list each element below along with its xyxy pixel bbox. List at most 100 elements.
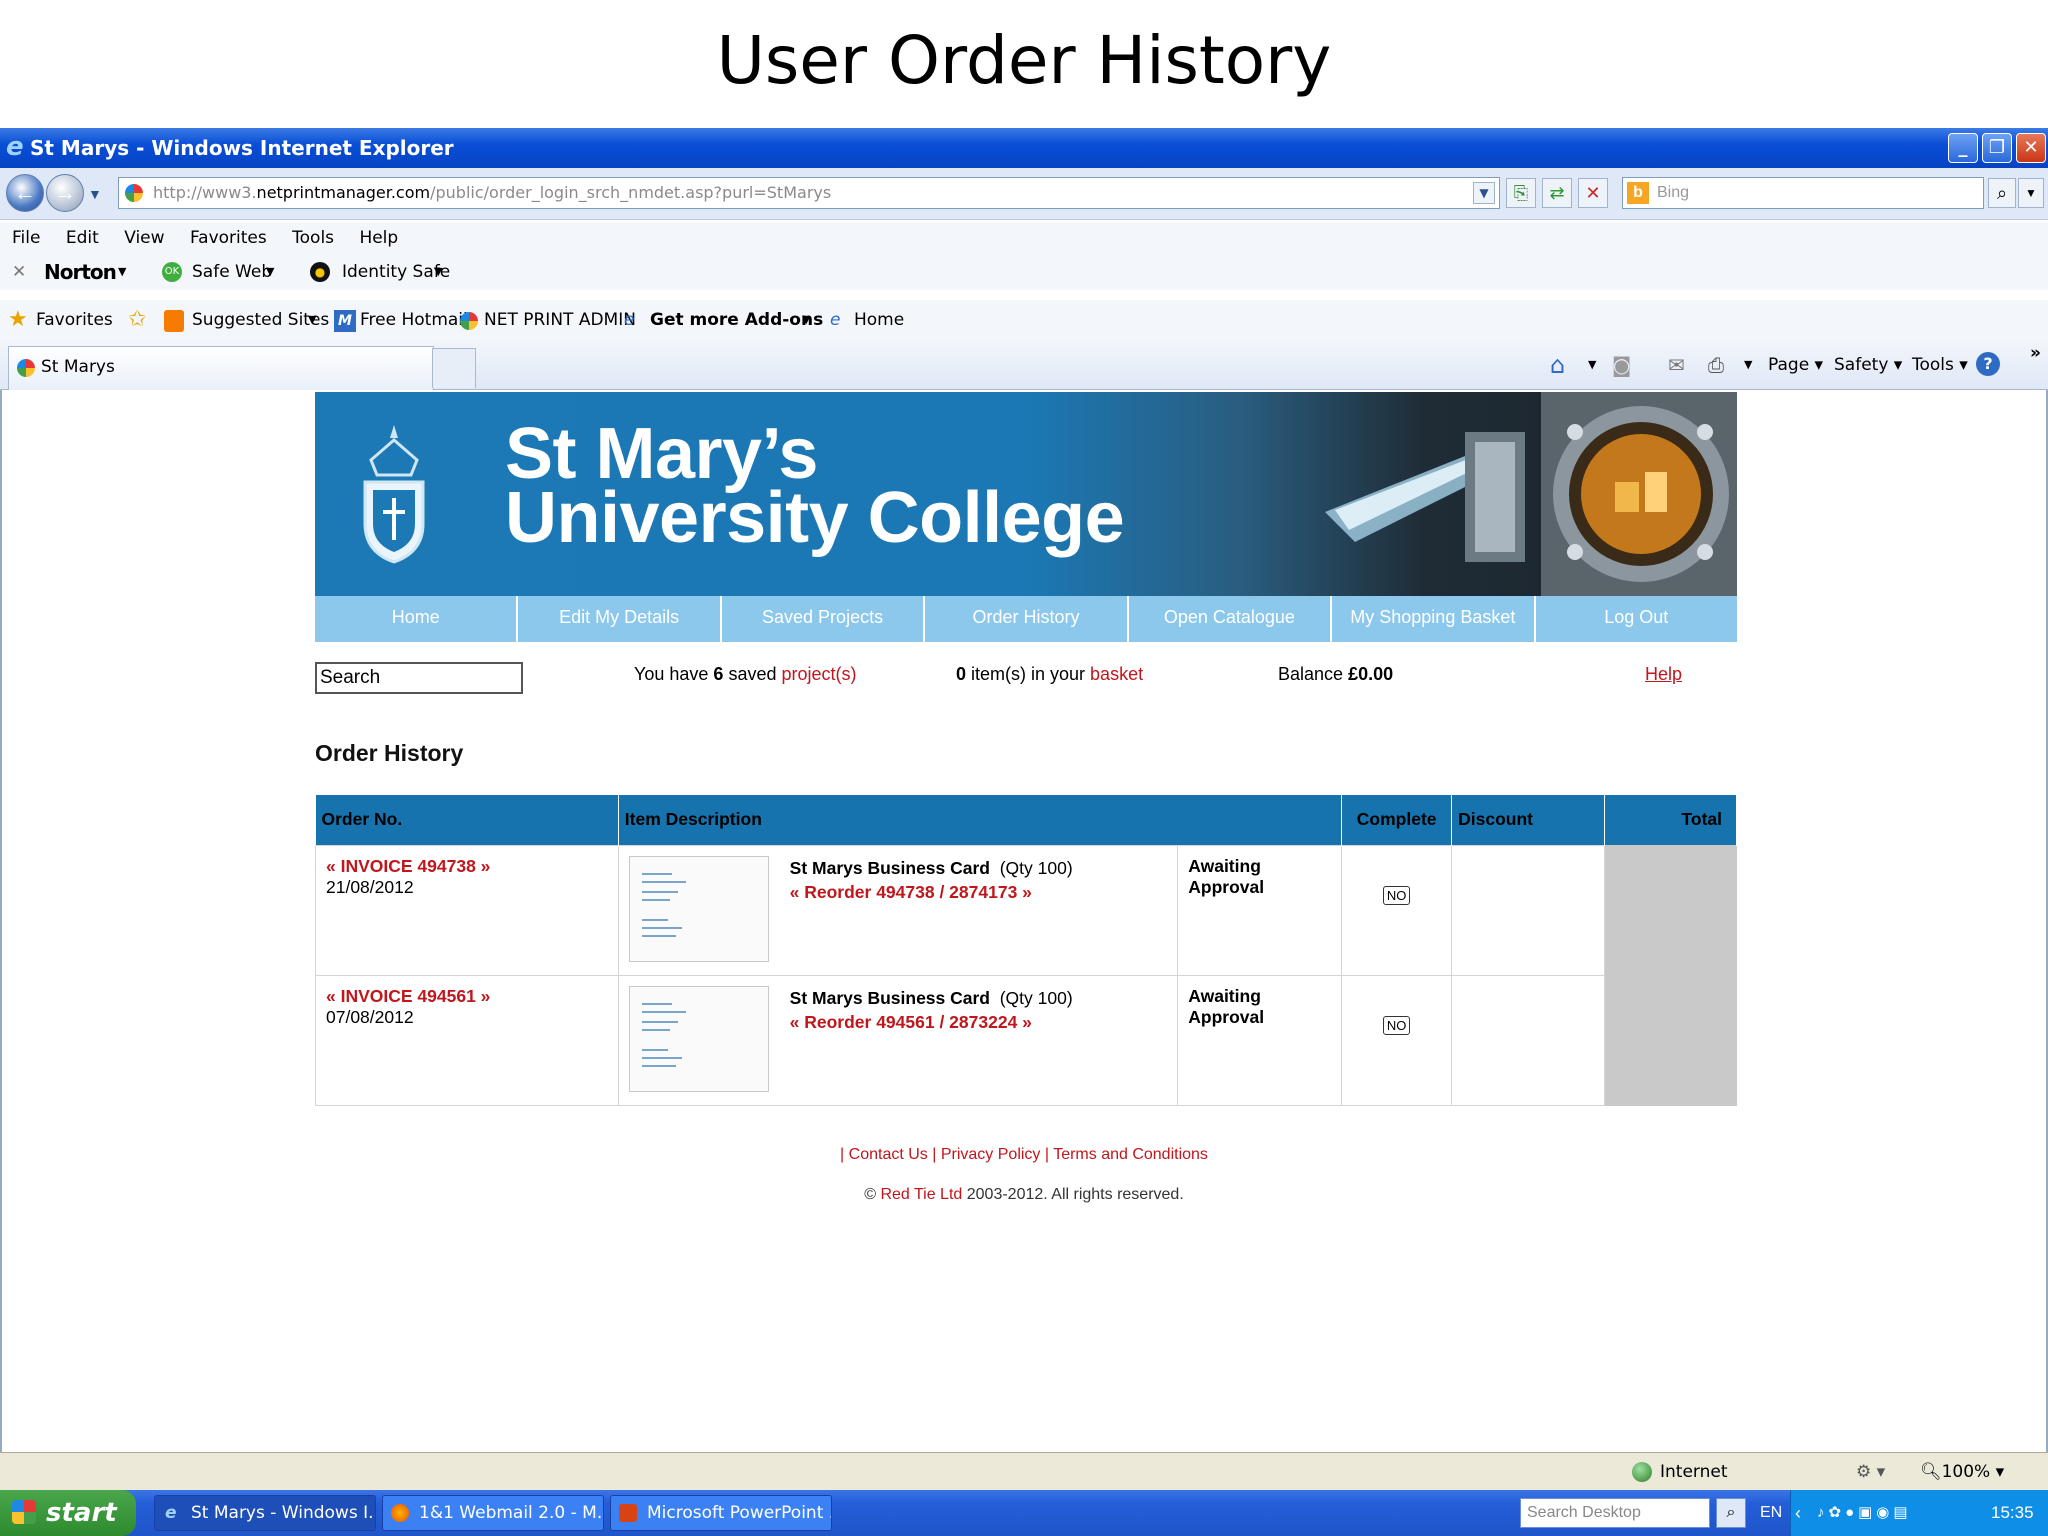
tab-label: St Marys	[41, 357, 115, 377]
terms-link[interactable]: Terms and Conditions	[1053, 1146, 1208, 1163]
desktop-search-input[interactable]: Search Desktop	[1520, 1498, 1710, 1528]
home-icon[interactable]: ⌂	[1550, 352, 1565, 378]
invoice-link[interactable]: « INVOICE 494738 »	[326, 856, 608, 877]
tab-favicon-icon	[17, 359, 35, 377]
complete-badge: NO	[1382, 1015, 1411, 1035]
suggested-sites-icon	[164, 310, 184, 332]
protected-mode-icon[interactable]: ⚙ ▾	[1856, 1453, 1885, 1491]
language-indicator[interactable]: EN	[1760, 1490, 1782, 1536]
security-zone: Internet	[1660, 1462, 1728, 1482]
menu-file[interactable]: File	[12, 228, 40, 248]
compatibility-view-icon[interactable]: ⎘	[1506, 178, 1536, 208]
business-card-thumbnail[interactable]	[628, 855, 769, 962]
home-dropdown-icon[interactable]: ▼	[1588, 352, 1596, 378]
page-menu[interactable]: Page ▾	[1768, 352, 1823, 378]
search-options-icon[interactable]: ▼	[2018, 178, 2044, 208]
reorder-link[interactable]: « Reorder 494738 / 2874173 »	[790, 880, 1073, 904]
nav-order-history[interactable]: Order History	[925, 596, 1129, 642]
fav-net-print-admin[interactable]: NET PRINT ADMIN	[484, 300, 636, 340]
identity-safe-dropdown-icon[interactable]: ▼	[434, 254, 442, 290]
safety-menu[interactable]: Safety ▾	[1834, 352, 1902, 378]
feeds-icon[interactable]: ◙	[1612, 352, 1631, 378]
order-no-cell: « INVOICE 494561 » 07/08/2012	[315, 974, 619, 1106]
reorder-link[interactable]: « Reorder 494561 / 2873224 »	[790, 1010, 1073, 1034]
safe-web-dropdown-icon[interactable]: ▼	[266, 254, 274, 290]
restore-button[interactable]: ❐	[1982, 133, 2012, 163]
netprint-icon	[460, 312, 478, 330]
start-button[interactable]: start	[0, 1490, 136, 1536]
address-bar: ← → ▼ http://www3.netprintmanager.com/pu…	[0, 168, 2048, 220]
search-input[interactable]: b Bing	[1622, 177, 1984, 209]
privacy-policy-link[interactable]: Privacy Policy	[941, 1146, 1041, 1163]
print-icon[interactable]: ⎙	[1708, 352, 1724, 378]
complete-badge: NO	[1382, 885, 1411, 905]
norton-brand[interactable]: Norton	[44, 254, 117, 290]
task-firefox-window[interactable]: 1&1 Webmail 2.0 - M...	[382, 1495, 604, 1531]
nav-edit-my-details[interactable]: Edit My Details	[518, 596, 722, 642]
basket-link[interactable]: basket	[1090, 664, 1143, 684]
url-input[interactable]: http://www3.netprintmanager.com/public/o…	[118, 177, 1500, 209]
favorites-button[interactable]: Favorites	[36, 300, 113, 340]
red-tie-link[interactable]: Red Tie Ltd	[880, 1186, 962, 1203]
site-search-input[interactable]	[315, 662, 523, 694]
balance-info: Balance £0.00	[1278, 664, 1394, 684]
forward-button[interactable]: →	[46, 174, 84, 212]
saved-projects-link[interactable]: project(s)	[781, 664, 856, 684]
menu-favorites[interactable]: Favorites	[190, 228, 267, 248]
tray-expand-icon[interactable]: ‹	[1795, 1490, 1801, 1536]
suggested-dropdown-icon[interactable]: ▼	[308, 300, 316, 340]
safe-web-button[interactable]: Safe Web	[192, 254, 272, 290]
url-dropdown-icon[interactable]: ▼	[1473, 182, 1495, 204]
search-go-icon[interactable]: ⌕	[1988, 178, 2016, 208]
menu-tools[interactable]: Tools	[292, 228, 334, 248]
windows-logo-icon	[12, 1500, 36, 1524]
fav-get-more-addons[interactable]: Get more Add-ons	[650, 300, 823, 340]
desktop-search-icon[interactable]: ⌕	[1716, 1498, 1746, 1528]
fav-free-hotmail[interactable]: Free Hotmail	[360, 300, 468, 340]
lab-equipment-image	[1325, 392, 1737, 596]
tools-menu[interactable]: Tools ▾	[1912, 352, 1968, 378]
fav-home[interactable]: Home	[854, 300, 904, 340]
item-name: St Marys Business Card	[789, 987, 990, 1008]
tab-st-marys[interactable]: St Marys	[8, 346, 434, 390]
nav-my-shopping-basket[interactable]: My Shopping Basket	[1332, 596, 1536, 642]
item-description-cell: St Marys Business Card (Qty 100) « Reord…	[617, 844, 1179, 976]
nav-home[interactable]: Home	[315, 596, 519, 642]
contact-us-link[interactable]: Contact Us	[849, 1146, 928, 1163]
nav-open-catalogue[interactable]: Open Catalogue	[1129, 596, 1333, 642]
help-icon[interactable]: ?	[1976, 352, 2000, 376]
addons-dropdown-icon[interactable]: ▼	[802, 300, 810, 340]
order-status: Awaiting Approval	[1177, 974, 1343, 1106]
zoom-level[interactable]: 🔍︎100% ▾	[1920, 1453, 2004, 1491]
back-button[interactable]: ←	[6, 174, 44, 212]
refresh-icon[interactable]: ⇄	[1542, 178, 1572, 208]
internet-zone-icon	[1632, 1462, 1652, 1482]
minimize-button[interactable]: _	[1948, 133, 1978, 163]
close-button[interactable]: ✕	[2016, 133, 2046, 163]
history-dropdown-icon[interactable]: ▼	[88, 186, 102, 202]
business-card-thumbnail[interactable]	[628, 985, 769, 1092]
print-dropdown-icon[interactable]: ▼	[1744, 352, 1752, 378]
tray-icons[interactable]: ♪✿●▣◉▤	[1817, 1490, 1912, 1536]
add-favorite-icon[interactable]: ✩	[128, 300, 146, 340]
task-ie-window[interactable]: e St Marys - Windows I...	[154, 1495, 376, 1531]
order-date: 21/08/2012	[326, 876, 414, 897]
page-viewport: St Mary’s University College Home Edit M…	[0, 390, 2048, 1452]
help-link[interactable]: Help	[1645, 664, 1682, 685]
nav-saved-projects[interactable]: Saved Projects	[722, 596, 926, 642]
menu-help[interactable]: Help	[359, 228, 398, 248]
norton-dropdown-icon[interactable]: ▼	[118, 254, 126, 290]
menu-view[interactable]: View	[124, 228, 164, 248]
menu-edit[interactable]: Edit	[66, 228, 99, 248]
mail-icon[interactable]: ✉	[1668, 352, 1685, 378]
stop-icon[interactable]: ✕	[1578, 178, 1608, 208]
nav-log-out[interactable]: Log Out	[1536, 596, 1737, 642]
invoice-link[interactable]: « INVOICE 494561 »	[326, 986, 608, 1007]
identity-safe-icon: ●	[310, 262, 330, 282]
clock[interactable]: 15:35	[1991, 1490, 2034, 1536]
task-powerpoint-window[interactable]: Microsoft PowerPoint ...	[610, 1495, 832, 1531]
chevron-more-icon[interactable]: »	[2030, 340, 2041, 366]
home-ie-icon: e	[830, 310, 841, 330]
close-toolbar-icon[interactable]: ✕	[12, 254, 26, 290]
new-tab-button[interactable]	[432, 348, 476, 388]
